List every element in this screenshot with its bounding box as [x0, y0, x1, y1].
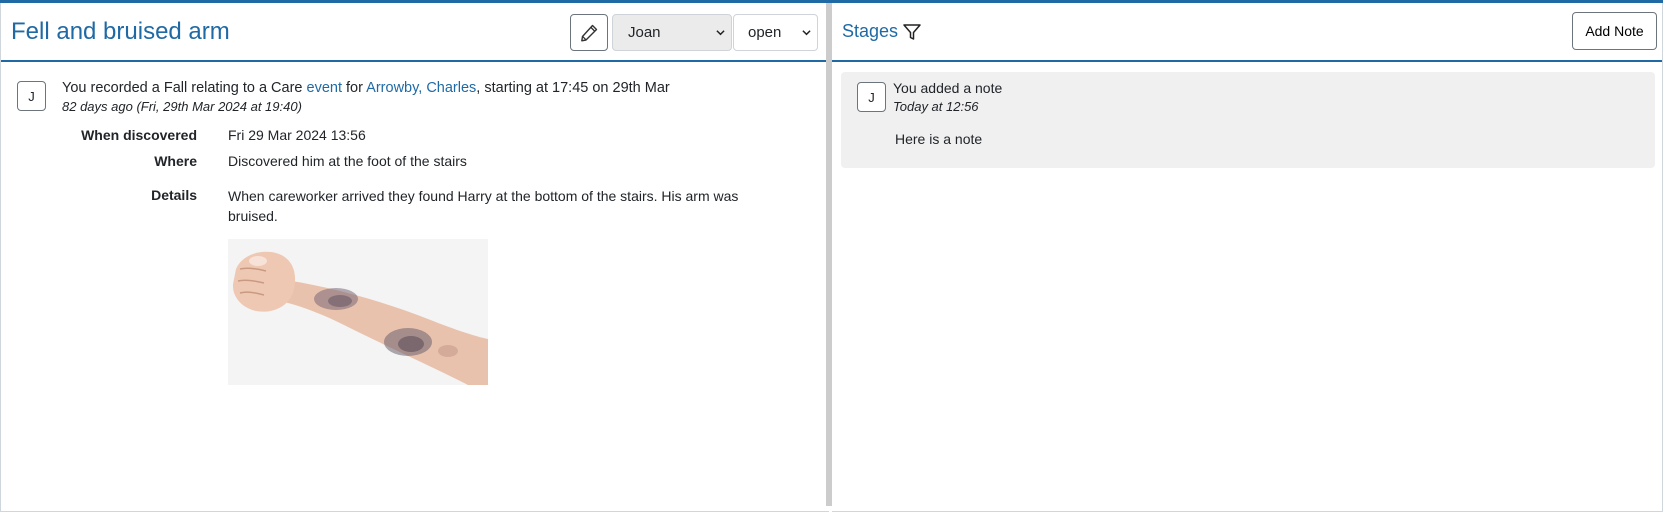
- stages-panel: Stages Add Note J You added a note Today…: [832, 3, 1663, 512]
- event-timestamp: 82 days ago (Fri, 29th Mar 2024 at 19:40…: [62, 99, 302, 114]
- event-link[interactable]: event: [307, 80, 342, 96]
- detail-label-when-discovered: When discovered: [81, 127, 197, 143]
- add-note-button[interactable]: Add Note: [1572, 12, 1657, 50]
- event-summary: You recorded a Fall relating to a Care e…: [62, 80, 670, 96]
- assignee-select-value: Joan: [628, 24, 661, 41]
- assignee-select[interactable]: Joan: [612, 14, 732, 51]
- edit-button[interactable]: [570, 14, 608, 51]
- note-body: Here is a note: [895, 131, 983, 147]
- detail-value-when-discovered: Fri 29 Mar 2024 13:56: [228, 127, 366, 143]
- status-select[interactable]: open: [733, 14, 818, 51]
- detail-label-where: Where: [154, 153, 197, 169]
- chevron-down-icon: [716, 30, 725, 36]
- note-title: You added a note: [893, 80, 1003, 96]
- chevron-down-icon: [802, 30, 811, 36]
- status-select-value: open: [748, 24, 782, 41]
- stages-header: Stages Add Note: [832, 3, 1662, 62]
- detail-label-details: Details: [151, 187, 197, 203]
- bruised-arm-illustration: [228, 239, 488, 385]
- pencil-icon: [581, 24, 598, 41]
- avatar: J: [17, 81, 46, 111]
- note-card: J You added a note Today at 12:56 Here i…: [841, 72, 1655, 168]
- detail-value-details: When careworker arrived they found Harry…: [228, 188, 739, 224]
- detail-value-where: Discovered him at the foot of the stairs: [228, 153, 467, 169]
- incident-page: Fell and bruised arm Joan open J You rec…: [0, 0, 1663, 512]
- event-summary-prefix: You recorded a Fall relating to a Care: [62, 80, 307, 96]
- incident-header: Fell and bruised arm Joan open: [1, 3, 829, 62]
- funnel-icon[interactable]: [902, 22, 922, 42]
- avatar: J: [857, 82, 886, 112]
- incident-panel: Fell and bruised arm Joan open J You rec…: [0, 3, 829, 512]
- event-summary-for: for: [341, 80, 367, 96]
- note-timestamp: Today at 12:56: [893, 99, 979, 114]
- stages-title: Stages: [842, 21, 899, 41]
- person-link[interactable]: Arrowby, Charles: [366, 80, 476, 96]
- bruised-arm-photo[interactable]: [228, 239, 488, 385]
- event-summary-suffix: , starting at 17:45 on 29th Mar: [476, 80, 670, 96]
- incident-title: Fell and bruised arm: [11, 18, 230, 45]
